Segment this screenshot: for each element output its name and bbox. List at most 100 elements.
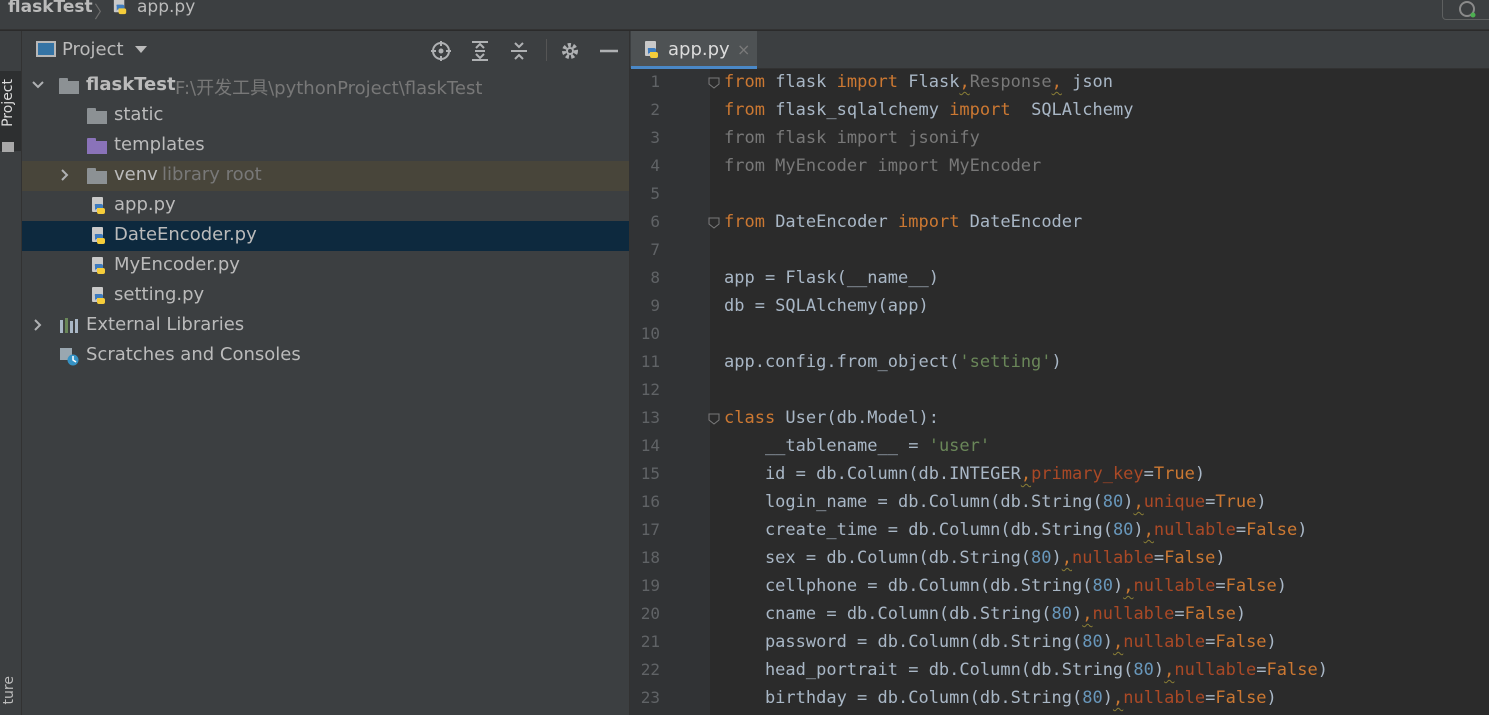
line-number: 20 [640, 604, 660, 623]
code-line[interactable]: 23 birthday = db.Column(db.String(80),nu… [630, 685, 1489, 713]
code-text: app = Flask(__name__) [724, 268, 939, 288]
project-tool-button[interactable]: Project [0, 71, 21, 152]
expand-all-icon[interactable] [468, 39, 492, 63]
code-line[interactable]: 14 __tablename__ = 'user' [630, 433, 1489, 461]
python-file-icon [92, 227, 105, 244]
line-number: 15 [640, 464, 660, 483]
close-icon[interactable]: × [737, 40, 750, 59]
line-number: 23 [640, 688, 660, 707]
code-line[interactable]: 8 app = Flask(__name__) [630, 265, 1489, 293]
line-number: 13 [640, 408, 660, 427]
code-text: from MyEncoder import MyEncoder [724, 156, 1042, 176]
folder-icon [2, 142, 14, 152]
code-text: class User(db.Model): [724, 408, 939, 428]
line-number: 2 [650, 100, 660, 119]
project-panel-header: Project [22, 31, 629, 69]
code-line[interactable]: 21 password = db.Column(db.String(80),nu… [630, 629, 1489, 657]
structure-tool-button[interactable]: ture [1, 676, 17, 704]
line-number: 3 [650, 128, 660, 147]
tree-item-static[interactable]: static [22, 101, 629, 131]
fold-icon[interactable] [708, 413, 720, 425]
code-line[interactable]: 12 [630, 377, 1489, 405]
scratches-icon [60, 348, 79, 366]
tree-root-flasktest[interactable]: flaskTest F:\开发工具\pythonProject\flaskTes… [22, 71, 629, 101]
tree-item-label: templates [114, 134, 205, 155]
code-line[interactable]: 7 [630, 237, 1489, 265]
code-text: app.config.from_object('setting') [724, 352, 1062, 372]
run-status-widget[interactable] [1442, 0, 1489, 20]
code-line[interactable]: 6 from DateEncoder import DateEncoder [630, 209, 1489, 237]
tab-app-py[interactable]: app.py × [631, 31, 757, 69]
code-line[interactable]: 5 [630, 181, 1489, 209]
tree-item-templates[interactable]: templates [22, 131, 629, 161]
code-line[interactable]: 9 db = SQLAlchemy(app) [630, 293, 1489, 321]
python-file-icon [645, 41, 658, 58]
chevron-down-icon[interactable] [31, 78, 45, 92]
locate-icon[interactable] [429, 39, 453, 63]
code-line[interactable]: 19 cellphone = db.Column(db.String(80),n… [630, 573, 1489, 601]
code-line[interactable]: 18 sex = db.Column(db.String(80),nullabl… [630, 545, 1489, 573]
code-line[interactable]: 4 from MyEncoder import MyEncoder [630, 153, 1489, 181]
code-text: db = SQLAlchemy(app) [724, 296, 929, 316]
code-text: password = db.Column(db.String(80),nulla… [724, 632, 1277, 652]
collapse-all-icon[interactable] [507, 39, 531, 63]
code-line[interactable]: 15 id = db.Column(db.INTEGER,primary_key… [630, 461, 1489, 489]
code-line[interactable]: 3 from flask import jsonify [630, 125, 1489, 153]
tree-item-scratches[interactable]: Scratches and Consoles [22, 341, 629, 371]
code-line[interactable]: 2 from flask_sqlalchemy import SQLAlchemy [630, 97, 1489, 125]
tree-root-path: F:\开发工具\pythonProject\flaskTest [175, 78, 483, 99]
chevron-right-icon[interactable] [58, 168, 72, 182]
line-number: 14 [640, 436, 660, 455]
progress-icon [1459, 1, 1476, 18]
line-number: 10 [640, 324, 660, 343]
code-line[interactable]: 17 create_time = db.Column(db.String(80)… [630, 517, 1489, 545]
project-view-selector[interactable]: Project [62, 39, 124, 60]
code-text: from flask import jsonify [724, 128, 980, 148]
gear-icon[interactable] [558, 39, 582, 63]
code-line[interactable]: 16 login_name = db.Column(db.String(80),… [630, 489, 1489, 517]
tree-item-label: External Libraries [86, 314, 245, 335]
tree-item-label: DateEncoder.py [114, 224, 257, 245]
code-line[interactable]: 20 cname = db.Column(db.String(80),nulla… [630, 601, 1489, 629]
code-line[interactable]: 13 class User(db.Model): [630, 405, 1489, 433]
tree-item-app-py[interactable]: app.py [22, 191, 629, 221]
line-number: 7 [650, 240, 660, 259]
tree-item-setting-py[interactable]: setting.py [22, 281, 629, 311]
tree-item-venv[interactable]: venv library root [22, 161, 629, 191]
editor-tab-bar: app.py × [630, 31, 1489, 69]
code-text: sex = db.Column(db.String(80),nullable=F… [724, 548, 1226, 568]
line-number: 11 [640, 352, 660, 371]
project-tool-label: Project [0, 79, 16, 127]
breadcrumb-file[interactable]: app.py [137, 0, 195, 17]
python-file-icon [92, 197, 105, 214]
chevron-down-icon[interactable] [135, 46, 147, 53]
templates-folder-icon [87, 138, 107, 154]
code-line[interactable]: 22 head_portrait = db.Column(db.String(8… [630, 657, 1489, 685]
tree-item-external-libraries[interactable]: External Libraries [22, 311, 629, 341]
tree-item-myencoder-py[interactable]: MyEncoder.py [22, 251, 629, 281]
code-text: login_name = db.Column(db.String(80),uni… [724, 492, 1267, 512]
code-text: cellphone = db.Column(db.String(80),null… [724, 576, 1288, 596]
code-text: __tablename__ = 'user' [724, 436, 991, 456]
line-number: 5 [650, 184, 660, 203]
left-tool-stripe: Project ture [0, 31, 22, 715]
code-line[interactable]: 11 app.config.from_object('setting') [630, 349, 1489, 377]
line-number: 22 [640, 660, 660, 679]
minimize-icon[interactable] [597, 39, 621, 63]
line-number: 6 [650, 212, 660, 231]
code-editor[interactable]: 1 from flask import Flask,Response, json … [630, 69, 1489, 715]
line-number: 18 [640, 548, 660, 567]
fold-icon[interactable] [708, 77, 720, 89]
code-line[interactable]: 10 [630, 321, 1489, 349]
chevron-right-icon[interactable] [31, 318, 45, 332]
fold-icon[interactable] [708, 217, 720, 229]
tree-item-dateencoder-py[interactable]: DateEncoder.py [22, 221, 629, 251]
tree-item-label: MyEncoder.py [114, 254, 240, 275]
code-line[interactable]: 1 from flask import Flask,Response, json [630, 69, 1489, 97]
breadcrumb-project[interactable]: flaskTest [8, 0, 93, 17]
line-number: 1 [650, 72, 660, 91]
python-file-icon [92, 287, 105, 304]
code-text: from DateEncoder import DateEncoder [724, 212, 1083, 232]
navigation-bar: flaskTest 〉 app.py [0, 0, 1489, 30]
project-tool-window: Project flaskTest F:\开发工具\pythonProject\… [22, 31, 629, 715]
